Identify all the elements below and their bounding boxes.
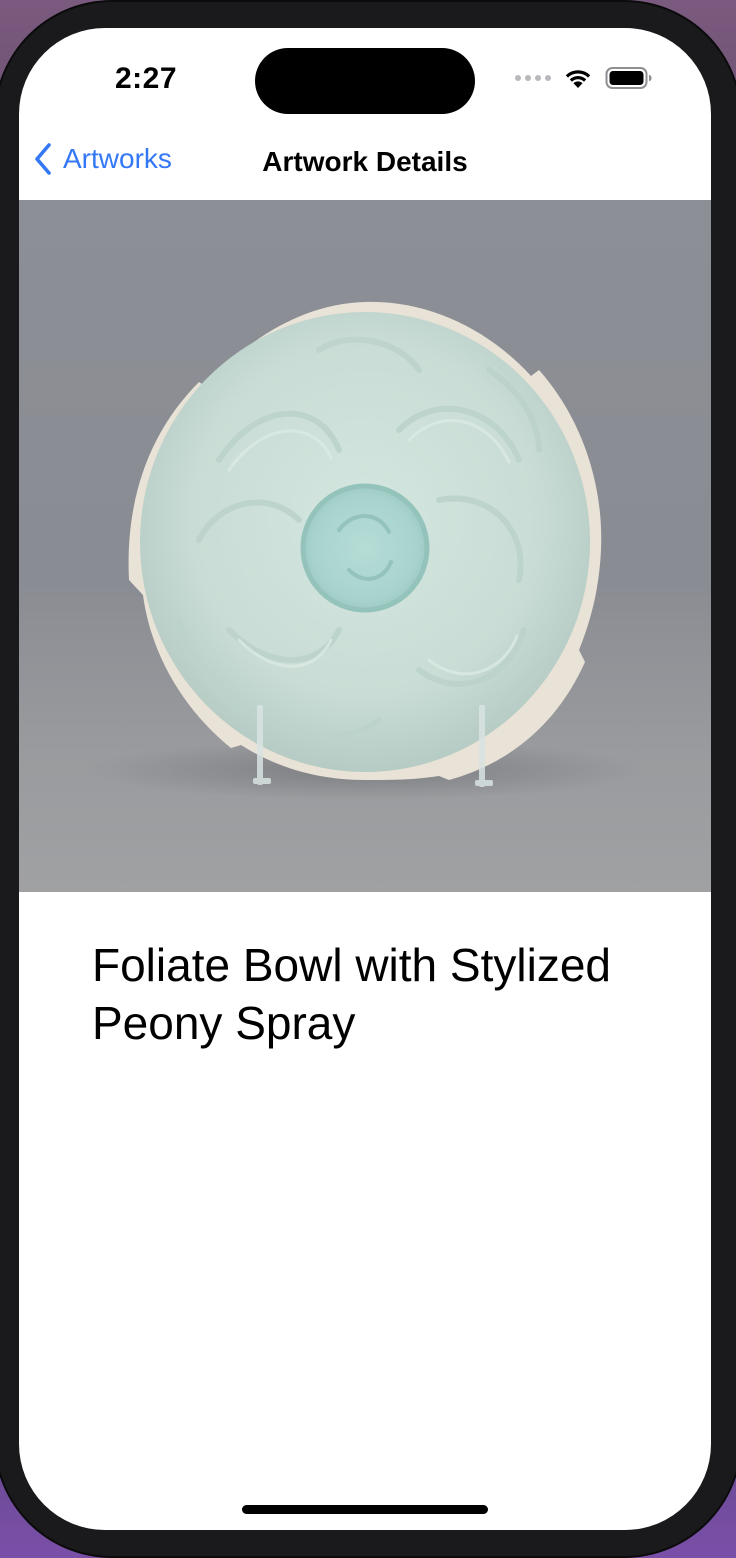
wifi-icon (563, 66, 593, 90)
phone-screen: 2:27 Artworks Artwork Details Foliate Bo… (19, 28, 711, 1530)
nav-title: Artwork Details (262, 146, 468, 177)
artwork-image (19, 200, 711, 892)
signal-dots-icon (515, 75, 551, 81)
dynamic-island (255, 48, 475, 114)
navigation-bar: Artworks Artwork Details (19, 128, 711, 200)
status-bar: 2:27 (19, 28, 711, 128)
battery-icon (605, 66, 653, 90)
status-icons (515, 66, 653, 90)
artwork-title: Foliate Bowl with Stylized Peony Spray (92, 939, 611, 1049)
status-time: 2:27 (115, 62, 178, 95)
home-indicator[interactable] (242, 1505, 488, 1514)
